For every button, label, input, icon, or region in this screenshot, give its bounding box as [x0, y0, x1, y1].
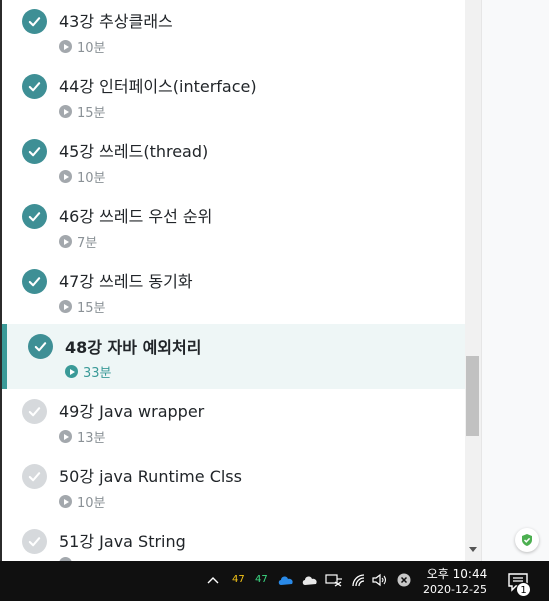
- lesson-title: 47강 쓰레드 동기화: [59, 272, 193, 291]
- check-circle-icon: [22, 399, 47, 424]
- scroll-down-arrow-icon[interactable]: [469, 547, 477, 552]
- lesson-item[interactable]: 50강 java Runtime Clss 10분: [2, 455, 465, 520]
- check-circle-icon: [28, 334, 53, 359]
- lesson-duration: 15분: [59, 297, 106, 316]
- lesson-item[interactable]: 47강 쓰레드 동기화 15분: [2, 260, 465, 325]
- lesson-title: 46강 쓰레드 우선 순위: [59, 207, 213, 226]
- lesson-duration: 15분: [59, 102, 106, 121]
- play-icon: [59, 495, 72, 508]
- lesson-title: 44강 인터페이스(interface): [59, 77, 257, 96]
- lesson-item[interactable]: 45강 쓰레드(thread) 10분: [2, 130, 465, 195]
- play-icon: [59, 430, 72, 443]
- lesson-title: 45강 쓰레드(thread): [59, 142, 209, 161]
- volume-icon[interactable]: [372, 573, 388, 587]
- close-circle-icon[interactable]: [397, 573, 411, 587]
- lesson-item[interactable]: 48강 자바 예외처리 33분: [2, 324, 465, 389]
- play-icon: [65, 365, 78, 378]
- check-circle-icon: [22, 9, 47, 34]
- lesson-duration: 10분: [59, 37, 106, 56]
- lesson-list-panel: 43강 추상클래스 10분 44강 인터페이스(interface) 15분 45강 쓰…: [0, 0, 465, 561]
- scrollbar-thumb[interactable]: [466, 356, 479, 436]
- check-circle-icon: [22, 529, 47, 554]
- lesson-item[interactable]: 44강 인터페이스(interface) 15분: [2, 65, 465, 130]
- taskbar: 47 47 오후 10:44 2020-12-25 1: [0, 561, 549, 601]
- check-circle-icon: [22, 464, 47, 489]
- lesson-duration-text: 33분: [83, 366, 112, 381]
- lesson-duration-text: 10분: [77, 496, 106, 511]
- lesson-duration: 10분: [59, 167, 106, 186]
- lesson-item[interactable]: 51강 Java String: [2, 520, 465, 561]
- lesson-duration: 10분: [59, 492, 106, 511]
- lesson-item[interactable]: 46강 쓰레드 우선 순위 7분: [2, 195, 465, 260]
- play-icon: [59, 170, 72, 183]
- lesson-title: 48강 자바 예외처리: [65, 338, 202, 357]
- lesson-item[interactable]: 49강 Java wrapper 13분: [2, 390, 465, 455]
- onedrive-cloud-icon[interactable]: [277, 574, 295, 586]
- side-area: [481, 0, 549, 561]
- lesson-duration-text: 7분: [77, 236, 98, 251]
- lesson-title: 50강 java Runtime Clss: [59, 467, 242, 486]
- network-disconnected-icon[interactable]: [325, 573, 343, 587]
- lesson-title: 43강 추상클래스: [59, 12, 173, 31]
- shield-check-icon[interactable]: [515, 528, 539, 552]
- tray-indicator-1[interactable]: 47: [232, 574, 245, 585]
- cloud-icon[interactable]: [301, 574, 319, 586]
- play-icon: [59, 300, 72, 313]
- lesson-title: 51강 Java String: [59, 532, 186, 551]
- play-icon: [59, 105, 72, 118]
- wifi-icon[interactable]: [351, 573, 367, 587]
- check-circle-icon: [22, 204, 47, 229]
- scrollbar[interactable]: [465, 0, 481, 561]
- lesson-title: 49강 Java wrapper: [59, 402, 205, 421]
- play-icon: [59, 235, 72, 248]
- lesson-item[interactable]: 43강 추상클래스 10분: [2, 0, 465, 65]
- lesson-duration: 33분: [65, 362, 112, 381]
- lesson-duration-text: 15분: [77, 301, 106, 316]
- lesson-duration: 13분: [59, 427, 106, 446]
- check-circle-icon: [22, 74, 47, 99]
- check-circle-icon: [22, 269, 47, 294]
- play-icon: [59, 40, 72, 53]
- check-circle-icon: [22, 139, 47, 164]
- clock-date[interactable]: 2020-12-25: [418, 583, 492, 596]
- clock-time[interactable]: 오후 10:44: [423, 565, 491, 582]
- lesson-duration-text: 10분: [77, 41, 106, 56]
- lesson-duration-text: 13분: [77, 431, 106, 446]
- lesson-duration-text: 10분: [77, 171, 106, 186]
- tray-indicator-2[interactable]: 47: [255, 574, 268, 585]
- chevron-up-icon[interactable]: [207, 575, 219, 585]
- lesson-duration: 7분: [59, 232, 97, 251]
- notification-badge: 1: [516, 582, 531, 597]
- lesson-duration-text: 15분: [77, 106, 106, 121]
